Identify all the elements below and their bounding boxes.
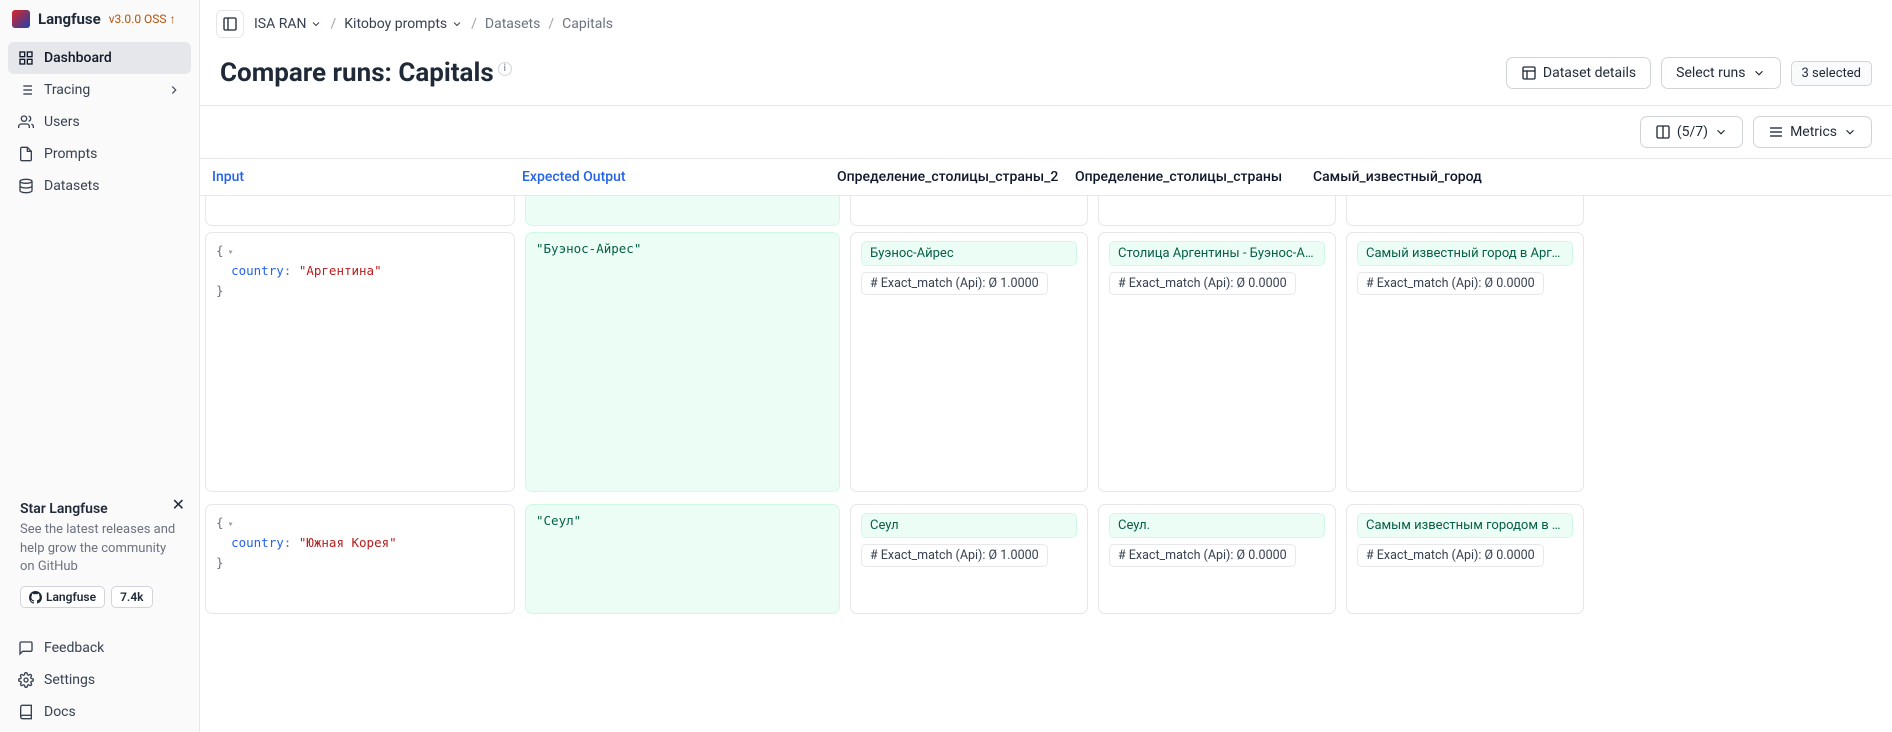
metric-chip: # Exact_match (Api): Ø 0.0000	[1109, 544, 1296, 567]
sidebar-item-settings[interactable]: Settings	[8, 664, 191, 696]
sidebar-item-label: Feedback	[44, 640, 104, 656]
cell-run[interactable]: Сеул # Exact_match (Api): Ø 1.0000	[850, 504, 1088, 614]
run-output: Столица Аргентины - Буэнос-Айрес.	[1109, 241, 1325, 266]
table-toolbar: (5/7) Metrics	[200, 106, 1892, 158]
star-card: ✕ Star Langfuse See the latest releases …	[8, 489, 191, 620]
columns-button[interactable]: (5/7)	[1640, 116, 1743, 148]
chevron-down-icon	[451, 18, 463, 30]
sidebar-item-label: Settings	[44, 672, 95, 688]
github-icon	[29, 591, 42, 604]
sidebar-item-label: Dashboard	[44, 50, 112, 66]
metric-chip: # Exact_match (Api): Ø 0.0000	[1357, 544, 1544, 567]
star-title: Star Langfuse	[20, 501, 179, 517]
sidebar-item-tracing[interactable]: Tracing	[8, 74, 191, 106]
file-icon	[18, 146, 34, 162]
sidebar-item-datasets[interactable]: Datasets	[8, 170, 191, 202]
chevron-down-icon	[1714, 125, 1728, 139]
metric-chip: # Exact_match (Api): Ø 0.0000	[1357, 272, 1544, 295]
grid-icon	[18, 50, 34, 66]
select-runs-button[interactable]: Select runs	[1661, 57, 1780, 89]
chevron-down-icon	[1843, 125, 1857, 139]
metric-chip: # Exact_match (Api): Ø 0.0000	[1109, 272, 1296, 295]
breadcrumb-section[interactable]: Datasets	[485, 16, 540, 32]
column-header-expected[interactable]: Expected Output	[510, 159, 825, 195]
cell-run[interactable]: Самый известный город в Аргенти... # Exa…	[1346, 232, 1584, 492]
users-icon	[18, 114, 34, 130]
table-row: {▾ country: "Южная Корея" } "Сеул" Сеул …	[200, 498, 1892, 620]
cell-expected[interactable]: "Сеул"	[525, 504, 840, 614]
run-output: Самый известный город в Аргенти...	[1357, 241, 1573, 266]
chevron-down-icon	[1752, 66, 1766, 80]
sidebar-item-docs[interactable]: Docs	[8, 696, 191, 728]
cell-input[interactable]: {▾ country: "Аргентина" }	[205, 232, 515, 492]
title-row: Compare runs: Capitalsi Dataset details …	[200, 49, 1892, 106]
sidebar: Langfuse v3.0.0 OSS ↑ Dashboard Tracing …	[0, 0, 200, 732]
sidebar-item-label: Tracing	[44, 82, 90, 98]
topbar: ISA RAN / Kitoboy prompts / Datasets / C…	[200, 0, 1892, 49]
main: ISA RAN / Kitoboy prompts / Datasets / C…	[200, 0, 1892, 732]
metric-chip: # Exact_match (Api): Ø 1.0000	[861, 272, 1048, 295]
logo[interactable]: Langfuse v3.0.0 OSS ↑	[0, 0, 199, 38]
github-button[interactable]: Langfuse	[20, 586, 105, 608]
column-header-input[interactable]: Input	[200, 159, 510, 195]
chevron-down-icon	[310, 18, 322, 30]
column-header-run3[interactable]: Самый_известный_город	[1301, 159, 1539, 195]
info-icon[interactable]: i	[498, 62, 512, 76]
run-output: Самым известным городом в Южн...	[1357, 513, 1573, 538]
breadcrumb-org[interactable]: ISA RAN	[254, 16, 322, 32]
run-output: Сеул	[861, 513, 1077, 538]
logo-icon	[12, 10, 30, 28]
database-icon	[18, 178, 34, 194]
sidebar-item-users[interactable]: Users	[8, 106, 191, 138]
breadcrumb: ISA RAN / Kitoboy prompts / Datasets / C…	[254, 16, 613, 32]
sidebar-item-feedback[interactable]: Feedback	[8, 632, 191, 664]
close-icon[interactable]: ✕	[172, 495, 185, 514]
sidebar-item-prompts[interactable]: Prompts	[8, 138, 191, 170]
github-stars-count[interactable]: 7.4k	[111, 586, 152, 608]
page-title: Compare runs: Capitalsi	[220, 58, 512, 88]
columns-icon	[1655, 124, 1671, 140]
sidebar-item-dashboard[interactable]: Dashboard	[8, 42, 191, 74]
chevron-down-icon[interactable]: ▾	[228, 247, 234, 258]
app-version: v3.0.0 OSS ↑	[109, 12, 176, 26]
metrics-button[interactable]: Metrics	[1753, 116, 1872, 148]
message-icon	[18, 640, 34, 656]
run-output: Сеул.	[1109, 513, 1325, 538]
chevron-down-icon[interactable]: ▾	[228, 519, 234, 530]
sidebar-item-label: Users	[44, 114, 80, 130]
list-icon	[1768, 124, 1784, 140]
gear-icon	[18, 672, 34, 688]
dataset-details-button[interactable]: Dataset details	[1506, 57, 1651, 89]
column-header-run2[interactable]: Определение_столицы_страны	[1063, 159, 1301, 195]
cell-input[interactable]: {▾ country: "Южная Корея" }	[205, 504, 515, 614]
table-row: {▾ country: "Аргентина" } "Буэнос-Айрес"…	[200, 226, 1892, 498]
metric-chip: # Exact_match (Api): Ø 1.0000	[861, 544, 1048, 567]
sidebar-toggle-button[interactable]	[216, 10, 244, 38]
compare-table: Input Expected Output Определение_столиц…	[200, 158, 1892, 732]
sidebar-item-label: Datasets	[44, 178, 99, 194]
run-output: Буэнос-Айрес	[861, 241, 1077, 266]
cell-run[interactable]: Столица Аргентины - Буэнос-Айрес. # Exac…	[1098, 232, 1336, 492]
sidebar-item-label: Docs	[44, 704, 76, 720]
cell-expected[interactable]: "Буэнос-Айрес"	[525, 232, 840, 492]
app-name: Langfuse	[38, 10, 101, 28]
breadcrumb-project[interactable]: Kitoboy prompts	[344, 16, 463, 32]
table-row	[200, 196, 1892, 226]
book-icon	[18, 704, 34, 720]
table-header: Input Expected Output Определение_столиц…	[200, 158, 1892, 196]
cell-run[interactable]: Самым известным городом в Южн... # Exact…	[1346, 504, 1584, 614]
cell-run[interactable]: Буэнос-Айрес # Exact_match (Api): Ø 1.00…	[850, 232, 1088, 492]
sidebar-item-label: Prompts	[44, 146, 97, 162]
list-icon	[18, 82, 34, 98]
panel-left-icon	[222, 16, 238, 32]
cell-run[interactable]: Сеул. # Exact_match (Api): Ø 0.0000	[1098, 504, 1336, 614]
chevron-right-icon	[167, 83, 181, 97]
selected-count-badge: 3 selected	[1791, 61, 1872, 86]
breadcrumb-item[interactable]: Capitals	[562, 16, 613, 32]
star-desc: See the latest releases and help grow th…	[20, 521, 179, 576]
column-header-run1[interactable]: Определение_столицы_страны_2	[825, 159, 1063, 195]
layout-icon	[1521, 65, 1537, 81]
